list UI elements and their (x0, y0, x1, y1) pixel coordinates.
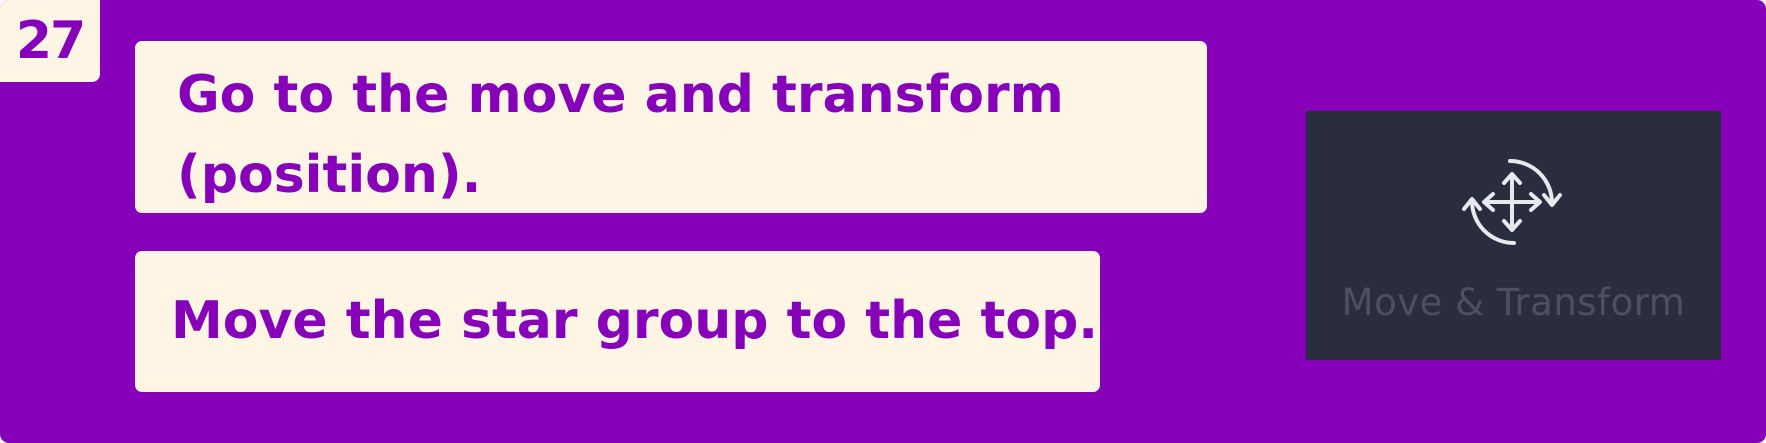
instruction-card-1: Go to the move and transform (position). (135, 41, 1207, 213)
move-transform-icon (1462, 159, 1562, 245)
move-transform-label: Move & Transform (1341, 281, 1686, 324)
instruction-card-2: Move the star group to the top. (135, 251, 1100, 392)
tutorial-step-panel: 27 Go to the move and transform (positio… (0, 0, 1766, 443)
move-transform-tool-preview: Move & Transform (1306, 111, 1721, 360)
step-number-badge: 27 (0, 0, 100, 82)
